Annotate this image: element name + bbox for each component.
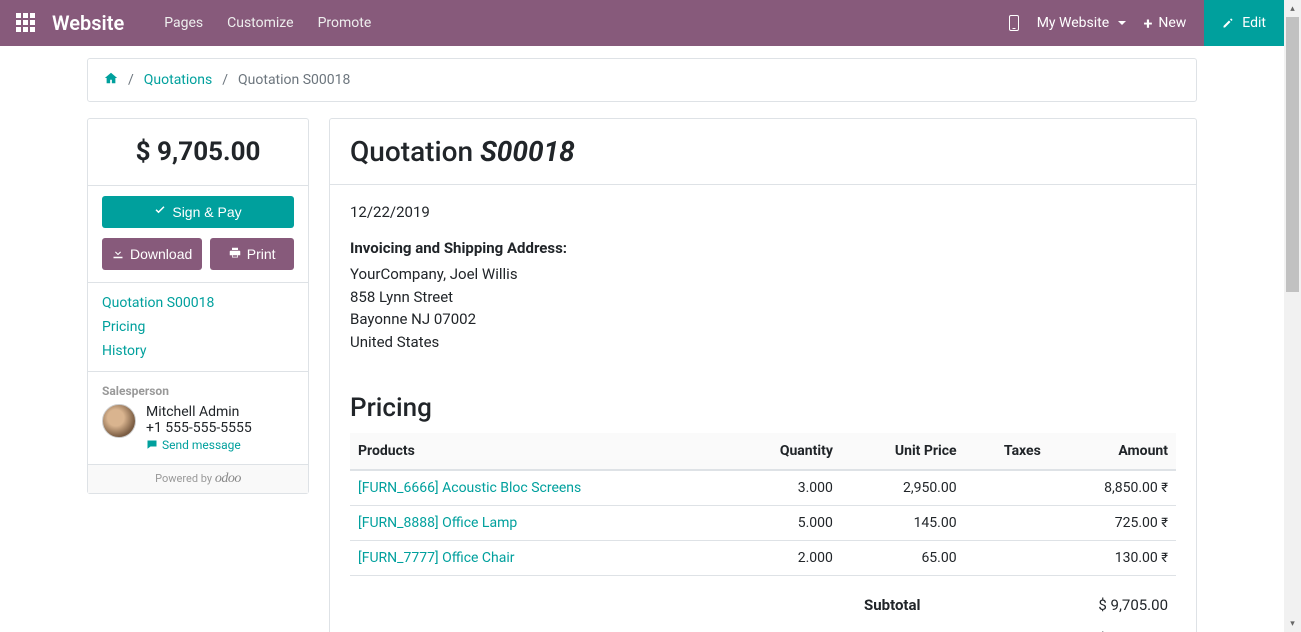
cell-unit-price: 2,950.00 [841,470,965,506]
breadcrumb-quotations[interactable]: Quotations [144,72,212,88]
edit-label: Edit [1242,15,1266,31]
totals-box: Subtotal $ 9,705.00 Total $ 9,705.00 [856,588,1176,632]
download-icon [112,246,124,262]
cell-qty: 5.000 [731,506,841,541]
cell-unit-price: 145.00 [841,506,965,541]
pencil-icon [1222,17,1234,29]
main-panel: Quotation S00018 12/22/2019 Invoicing an… [329,118,1197,632]
subtotal-row: Subtotal $ 9,705.00 [856,588,1176,622]
nav-promote[interactable]: Promote [318,15,372,31]
page-title: Quotation S00018 [350,135,1176,168]
total-row: Total $ 9,705.00 [856,622,1176,632]
salesperson-box: Salesperson Mitchell Admin +1 555-555-55… [88,372,308,465]
product-link[interactable]: [FURN_7777] Office Chair [358,550,515,566]
check-icon [154,204,166,220]
cell-amount: 725.00 ₹ [1049,506,1176,541]
scrollbar[interactable]: ▴ ▾ [1284,0,1301,632]
sidebar: $ 9,705.00 Sign & Pay [87,118,309,494]
plus-icon: + [1144,14,1153,33]
scroll-down-icon[interactable]: ▾ [1284,615,1301,632]
salesperson-phone: +1 555-555-5555 [146,420,252,436]
nav-right: My Website + New Edit [1009,0,1268,46]
salesperson-name: Mitchell Admin [146,404,252,420]
table-row: [FURN_7777] Office Chair 2.00065.00 130.00… [350,541,1176,576]
print-icon [229,246,241,262]
avatar [102,404,136,438]
salesperson-label: Salesperson [102,384,294,398]
download-button[interactable]: Download [102,238,202,270]
new-label: New [1158,15,1186,31]
sign-pay-button[interactable]: Sign & Pay [102,196,294,228]
sidebar-actions: Sign & Pay Download [88,186,308,283]
cell-qty: 3.000 [731,470,841,506]
product-link[interactable]: [FURN_8888] Office Lamp [358,515,517,531]
pricing-table: Products Quantity Unit Price Taxes Amoun… [350,433,1176,576]
col-unit-price: Unit Price [841,433,965,470]
site-selector[interactable]: My Website [1037,15,1126,31]
quotation-date: 12/22/2019 [350,203,1176,221]
table-row: [FURN_8888] Office Lamp 5.000145.00 725.00… [350,506,1176,541]
table-header-row: Products Quantity Unit Price Taxes Amoun… [350,433,1176,470]
table-row: [FURN_6666] Acoustic Bloc Screens 3.0002,… [350,470,1176,506]
sidebar-link-quotation[interactable]: Quotation S00018 [102,295,294,311]
col-taxes: Taxes [965,433,1049,470]
pricing-heading: Pricing [350,393,1176,423]
mobile-preview-icon[interactable] [1009,15,1019,31]
breadcrumb-sep: / [222,72,228,88]
edit-button[interactable]: Edit [1204,0,1284,46]
address-line-1: YourCompany, Joel Willis [350,263,1176,286]
cell-amount: 130.00 ₹ [1049,541,1176,576]
product-link[interactable]: [FURN_6666] Acoustic Bloc Screens [358,480,581,496]
address-line-2: 858 Lynn Street [350,286,1176,309]
site-selector-label: My Website [1037,15,1109,31]
apps-icon[interactable] [16,13,36,33]
sidebar-link-history[interactable]: History [102,343,294,359]
home-icon[interactable] [104,71,118,89]
breadcrumb-sep: / [128,72,134,88]
cell-unit-price: 65.00 [841,541,965,576]
address-line-3: Bayonne NJ 07002 [350,308,1176,331]
chevron-down-icon [1118,21,1126,25]
cell-taxes [965,470,1049,506]
address-line-4: United States [350,331,1176,354]
scroll-thumb[interactable] [1286,17,1299,292]
cell-taxes [965,541,1049,576]
sidebar-total: $ 9,705.00 [88,119,308,186]
top-nav: Website Pages Customize Promote My Websi… [0,0,1284,46]
print-button[interactable]: Print [210,238,294,270]
nav-left: Pages Customize Promote [164,15,371,31]
main-header: Quotation S00018 [330,119,1196,185]
brand-title[interactable]: Website [52,11,124,35]
powered-by: Powered by odoo [88,465,308,493]
breadcrumb-current: Quotation S00018 [238,72,350,88]
col-products: Products [350,433,731,470]
col-quantity: Quantity [731,433,841,470]
col-amount: Amount [1049,433,1176,470]
cell-taxes [965,506,1049,541]
address-label: Invoicing and Shipping Address: [350,239,1176,257]
send-message-link[interactable]: Send message [146,438,252,452]
sign-pay-label: Sign & Pay [172,204,241,220]
nav-customize[interactable]: Customize [227,15,293,31]
sidebar-link-pricing[interactable]: Pricing [102,319,294,335]
new-button[interactable]: + New [1144,14,1187,33]
cell-amount: 8,850.00 ₹ [1049,470,1176,506]
sidebar-links: Quotation S00018 Pricing History [88,283,308,372]
nav-pages[interactable]: Pages [164,15,203,31]
chat-icon [146,439,158,451]
cell-qty: 2.000 [731,541,841,576]
odoo-logo[interactable]: odoo [215,471,241,486]
breadcrumb: / Quotations / Quotation S00018 [87,58,1197,102]
scroll-up-icon[interactable]: ▴ [1284,0,1301,17]
